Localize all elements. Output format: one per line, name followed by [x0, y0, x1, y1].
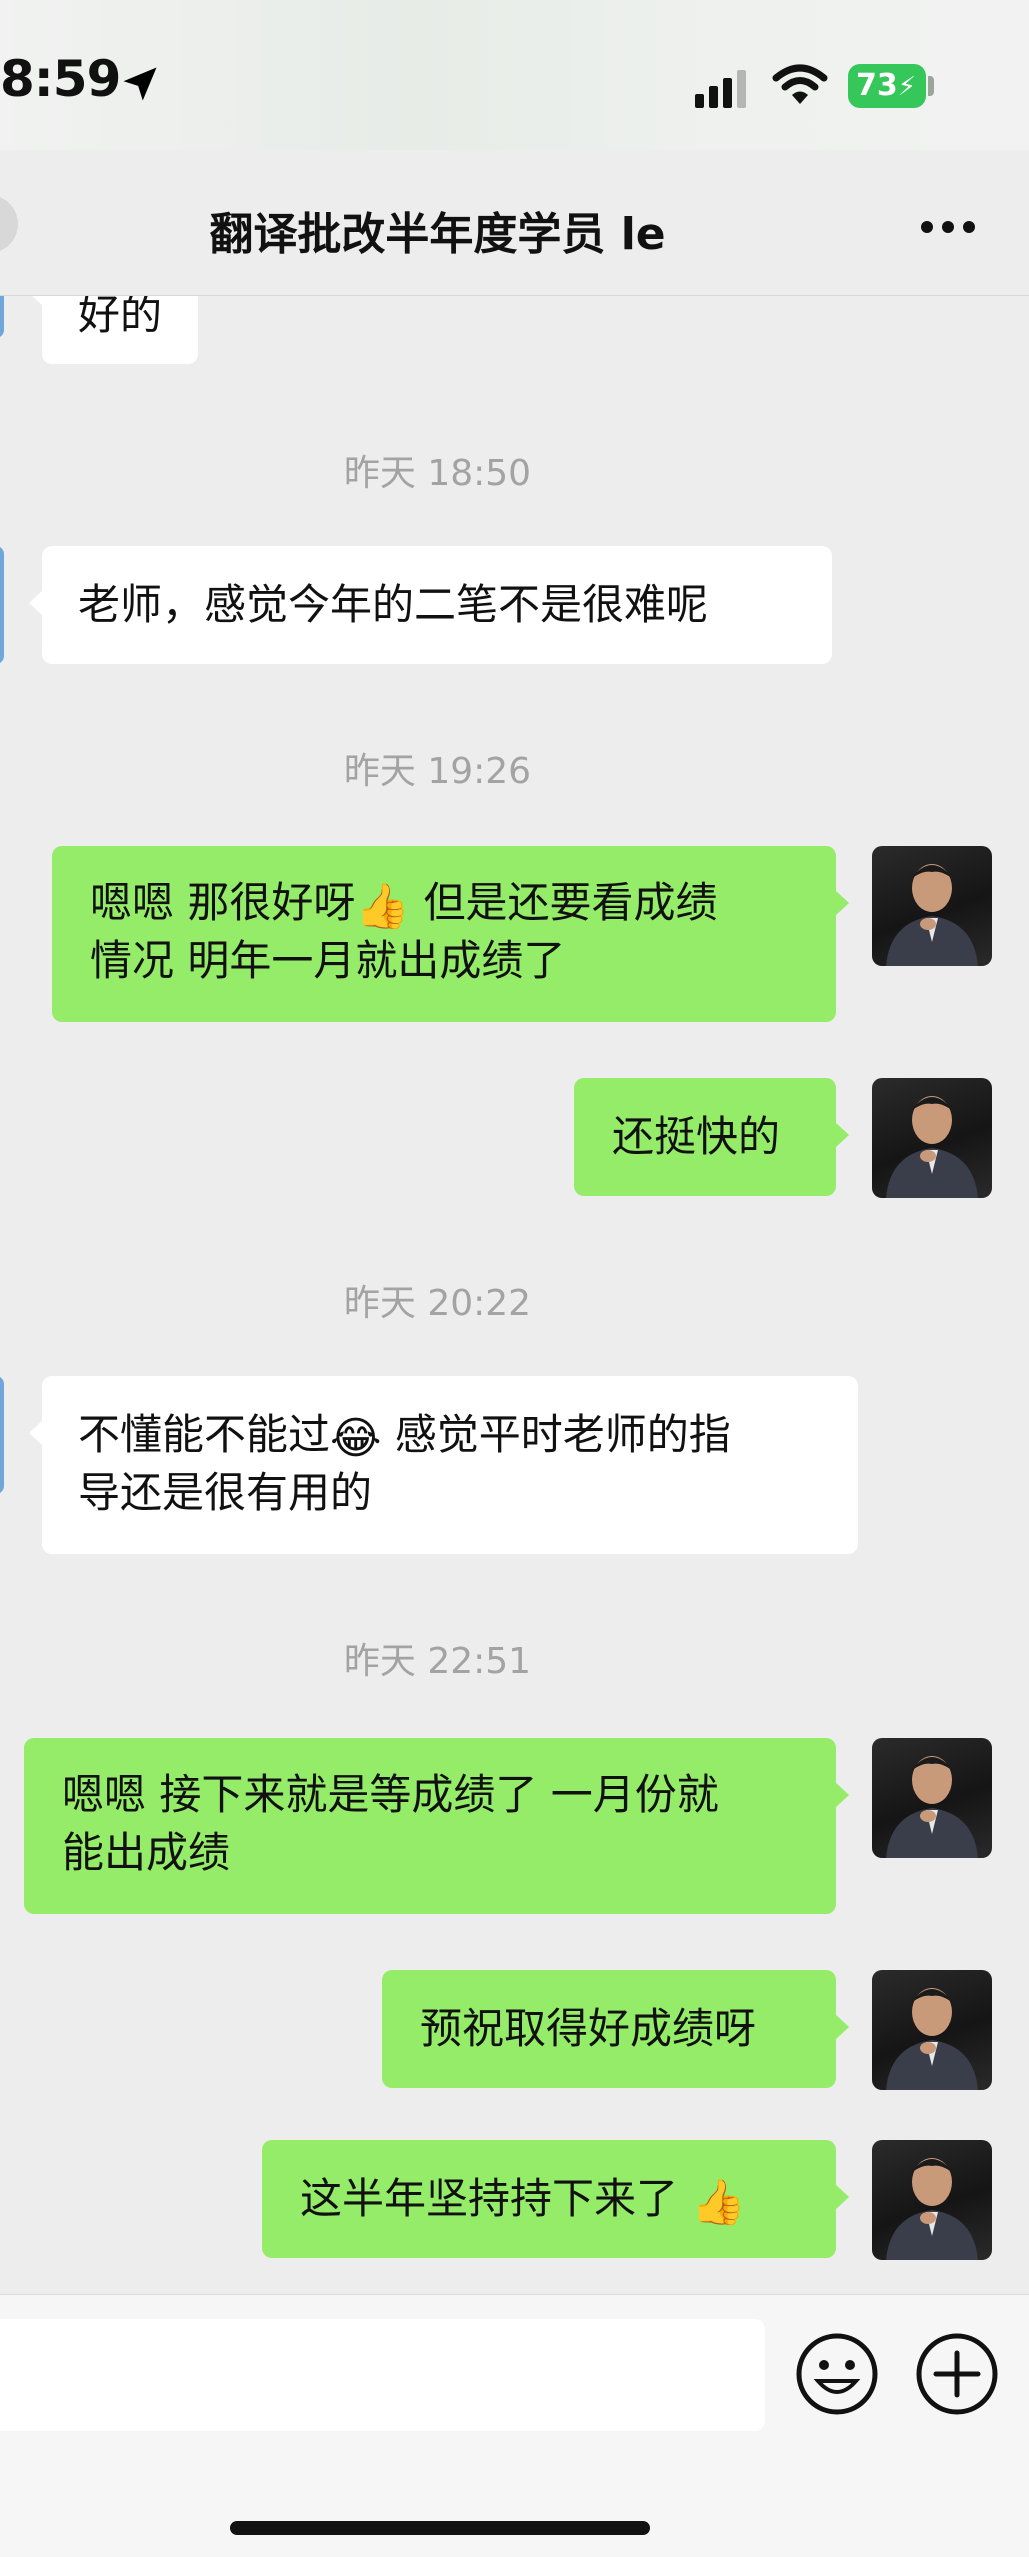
message-line: 导还是很有用的	[78, 1468, 373, 1517]
message-text: 不懂能不能过	[78, 1410, 331, 1459]
thumbs-up-emoji: 👍	[355, 881, 411, 932]
message-line: 不懂能不能过😂 感觉平时老师的指	[78, 1406, 822, 1464]
avatar-portrait	[886, 864, 978, 966]
message-text: 老师，感觉今年的二笔不是很难呢	[78, 580, 709, 629]
input-bar	[0, 2294, 1029, 2557]
outgoing-message[interactable]: 预祝取得好成绩呀	[382, 1970, 849, 2088]
message-list[interactable]: 好的 昨天 18:50 老师，感觉今年的二笔不是很难呢 昨天 19:26 嗯嗯 …	[0, 296, 1029, 2294]
partner-avatar[interactable]	[0, 296, 4, 338]
timestamp: 昨天 19:26	[343, 751, 532, 792]
message-line: 嗯嗯 那很好呀👍 但是还要看成绩	[90, 874, 798, 932]
my-avatar[interactable]	[872, 1970, 992, 2090]
message-text: 感觉平时老师的指	[381, 1410, 731, 1459]
partner-avatar[interactable]	[0, 546, 4, 664]
message-line: 能出成绩	[62, 1828, 231, 1877]
battery-tip	[928, 76, 934, 96]
thumbs-up-emoji: 👍	[691, 2177, 747, 2228]
timestamp: 昨天 22:51	[343, 1641, 532, 1682]
message-text: 这半年坚持持下来了	[300, 2174, 692, 2223]
outgoing-message[interactable]: 嗯嗯 那很好呀👍 但是还要看成绩 情况 明年一月就出成绩了	[52, 846, 849, 1022]
battery-level: 73	[856, 68, 898, 103]
message-input[interactable]	[0, 2319, 765, 2431]
plus-icon[interactable]	[914, 2331, 1000, 2417]
message-text: 预祝取得好成绩呀	[420, 2004, 757, 2053]
emoji-icon[interactable]	[794, 2331, 880, 2417]
avatar-portrait	[886, 1756, 978, 1858]
message-text: 好的	[78, 296, 163, 339]
my-avatar[interactable]	[872, 2140, 992, 2260]
timestamp: 昨天 20:22	[343, 1283, 532, 1324]
incoming-message[interactable]: 好的	[28, 296, 199, 364]
outgoing-message[interactable]: 嗯嗯 接下来就是等成绩了 一月份就 能出成绩	[24, 1738, 849, 1914]
battery-icon: 73⚡	[848, 64, 926, 108]
message-text: 还挺快的	[612, 1112, 781, 1161]
message-line: 情况 明年一月就出成绩了	[90, 936, 566, 985]
outgoing-message[interactable]: 还挺快的	[574, 1078, 849, 1196]
my-avatar[interactable]	[872, 1738, 992, 1858]
outgoing-message[interactable]: 这半年坚持持下来了 👍	[262, 2140, 849, 2258]
location-arrow-icon	[123, 67, 157, 101]
timestamp: 昨天 18:50	[343, 453, 532, 494]
avatar-portrait	[886, 1096, 978, 1198]
message-line: 嗯嗯 接下来就是等成绩了 一月份就	[62, 1770, 719, 1819]
wifi-icon	[772, 64, 828, 104]
my-avatar[interactable]	[872, 846, 992, 966]
more-icon[interactable]	[920, 220, 976, 234]
message-text: 但是还要看成绩	[410, 878, 718, 927]
tears-of-joy-emoji: 😂	[330, 1413, 382, 1464]
status-time: 8:59	[0, 50, 121, 108]
incoming-message[interactable]: 老师，感觉今年的二笔不是很难呢	[29, 546, 832, 664]
cellular-signal-icon	[695, 70, 746, 108]
chat-header: 翻译批改半年度学员 le	[0, 150, 1029, 296]
partner-avatar[interactable]	[0, 1376, 4, 1494]
avatar-portrait	[886, 1988, 978, 2090]
status-bar: 8:59 73⚡	[0, 0, 1029, 150]
chat-title: 翻译批改半年度学员 le	[209, 209, 666, 260]
avatar-portrait	[886, 2158, 978, 2260]
incoming-message[interactable]: 不懂能不能过😂 感觉平时老师的指 导还是很有用的	[29, 1376, 858, 1554]
message-text: 嗯嗯 那很好呀	[90, 878, 356, 927]
my-avatar[interactable]	[872, 1078, 992, 1198]
home-indicator[interactable]	[230, 2521, 650, 2535]
